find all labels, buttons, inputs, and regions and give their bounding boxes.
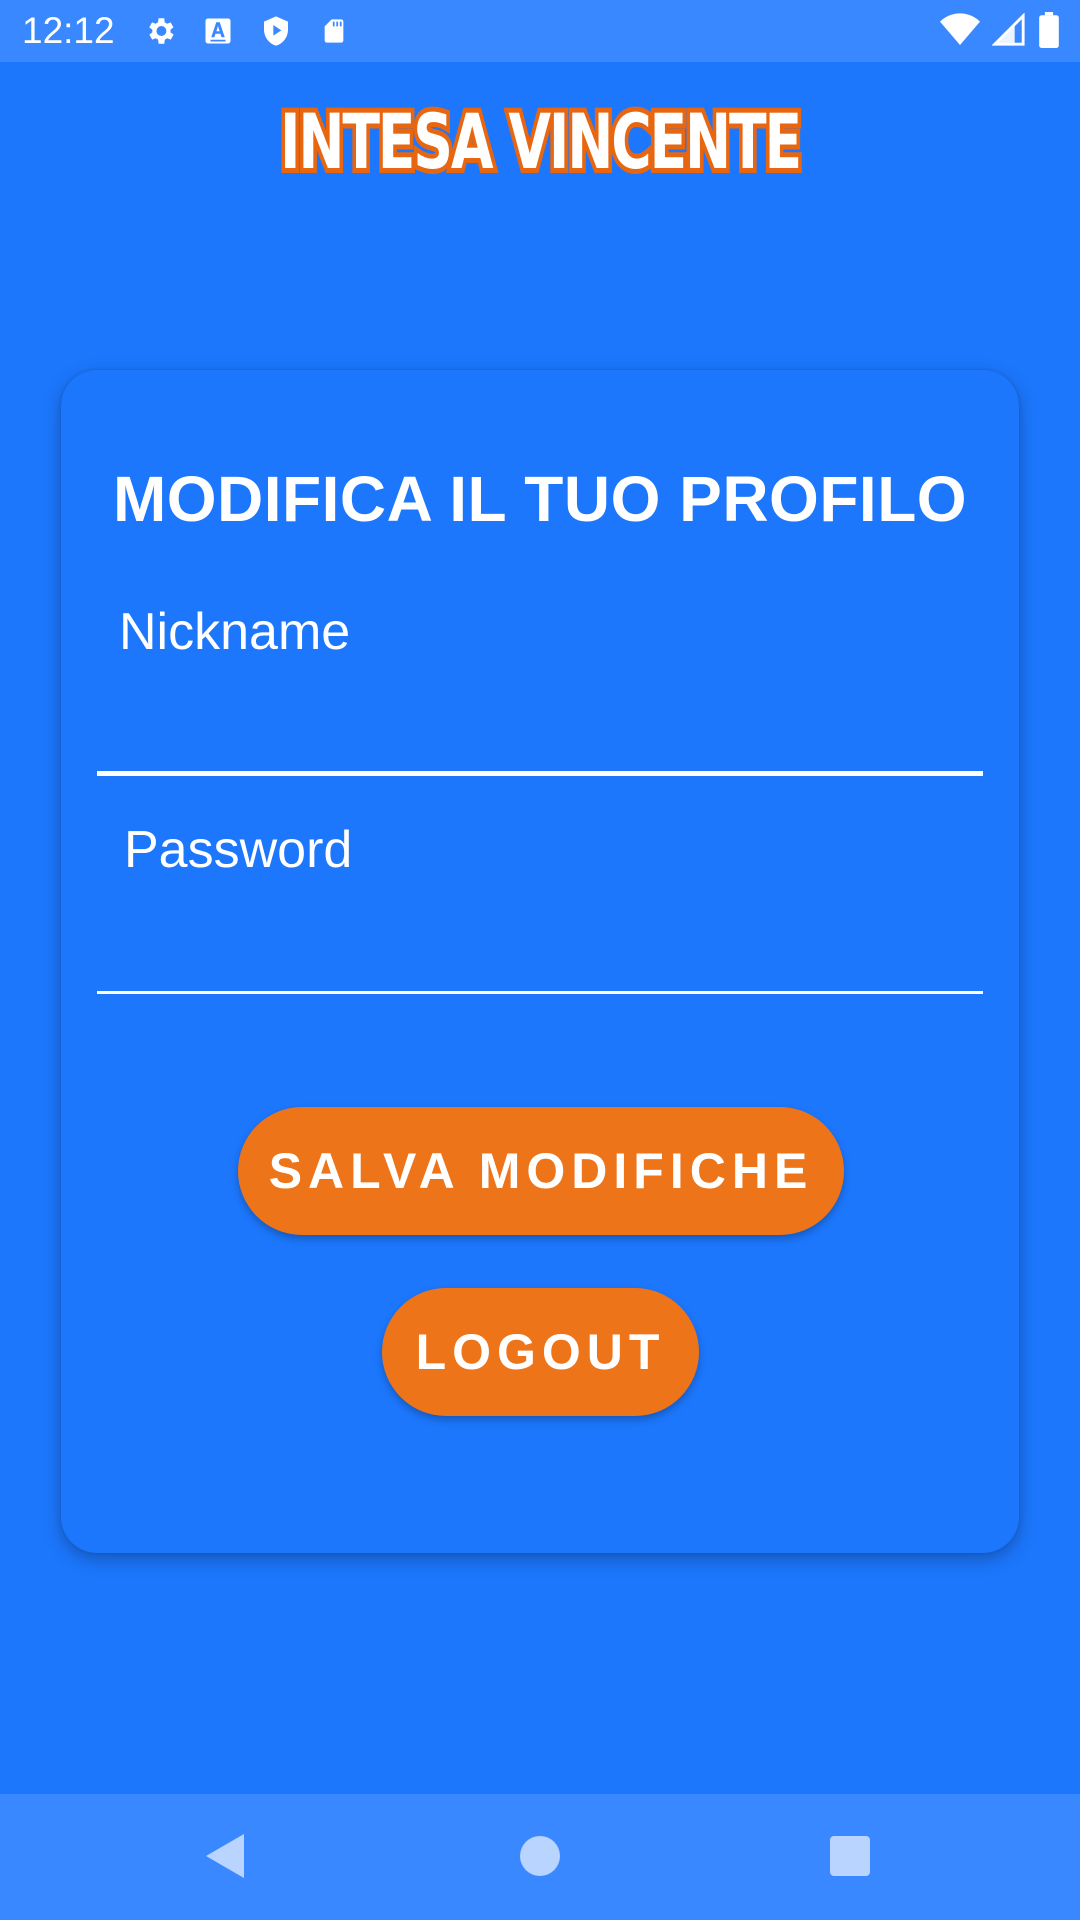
status-time: 12:12 [22,10,115,51]
password-field[interactable] [97,890,983,990]
gear-icon [143,14,177,48]
recents-icon[interactable] [818,1824,882,1888]
play-shield-icon [259,14,293,48]
keyboard-a-icon [201,14,235,48]
page-title: MODIFICA IL TUO PROFILO [112,463,968,535]
app-logo: INTESA VINCENTE [270,90,810,191]
sd-card-icon [317,14,351,48]
save-changes-button[interactable]: SALVA MODIFICHE [238,1107,844,1235]
status-icons-right [940,12,1060,53]
wifi-icon [940,13,980,52]
navigation-bar [0,1794,1080,1920]
password-underline [97,991,983,994]
signal-icon [991,12,1026,52]
screen: 12:12 INTESA VINCENTE MODIFICA IL TUO PR… [0,0,1080,1920]
status-icons-left [143,14,351,48]
nickname-label: Nickname [119,603,351,661]
logout-button[interactable]: LOGOUT [382,1288,699,1416]
home-icon[interactable] [508,1824,572,1888]
password-label: Password [124,821,353,879]
status-bar: 12:12 [0,0,1080,62]
nickname-field[interactable] [97,670,983,770]
battery-icon [1038,12,1060,53]
nickname-underline [97,771,983,776]
profile-card: MODIFICA IL TUO PROFILO Nickname Passwor… [61,370,1019,1553]
logo-text: INTESA VINCENTE [280,97,800,186]
back-icon[interactable] [193,1824,257,1888]
